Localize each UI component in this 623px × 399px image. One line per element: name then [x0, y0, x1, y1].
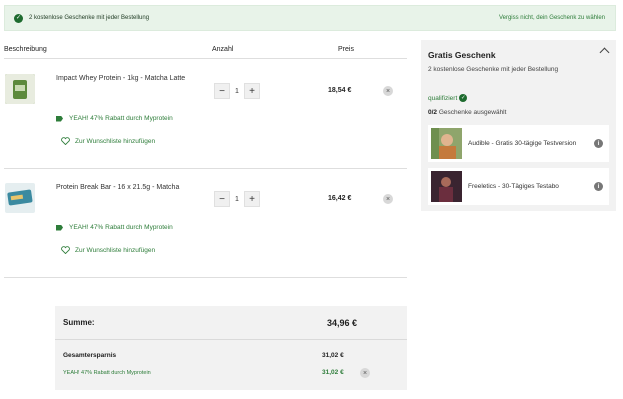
choose-gift-link[interactable]: Vergiss nicht, dein Geschenk zu wählen — [499, 15, 605, 21]
total-value: 34,96 € — [326, 317, 357, 328]
add-to-wishlist-link[interactable]: Zur Wunschliste hinzufügen — [61, 246, 155, 254]
gift-panel-subtitle: 2 kostenlose Geschenke mit jeder Bestell… — [428, 66, 559, 73]
item-divider — [4, 277, 407, 278]
header-divider — [4, 58, 407, 59]
item-divider — [4, 168, 407, 169]
quantity-stepper: − 1 + — [214, 191, 260, 207]
tag-icon — [56, 224, 63, 231]
product-name[interactable]: Impact Whey Protein - 1kg - Matcha Latte — [56, 75, 185, 82]
free-gift-panel: Gratis Geschenk 2 kostenlose Geschenke m… — [421, 40, 616, 211]
column-description: Beschreibung — [4, 46, 47, 53]
promo-label: YEAH! 47% Rabatt durch Myprotein — [56, 115, 173, 122]
tag-icon — [56, 115, 63, 122]
promo-text: YEAH! 47% Rabatt durch Myprotein — [69, 115, 173, 122]
qualified-text: qualifiziert — [428, 94, 458, 102]
remove-promo-button[interactable]: × — [360, 368, 370, 378]
wishlist-text: Zur Wunschliste hinzufügen — [75, 137, 156, 145]
gift-name: Audible - Gratis 30-tägige Testversion — [468, 140, 577, 147]
increase-quantity-button[interactable]: + — [244, 191, 260, 207]
increase-quantity-button[interactable]: + — [244, 83, 260, 99]
savings-label: Gesamtersparnis — [63, 352, 117, 359]
remove-item-button[interactable]: × — [383, 86, 393, 96]
quantity-stepper: − 1 + — [214, 83, 260, 99]
total-label: Summe: — [63, 318, 95, 327]
savings-value: 31,02 € — [322, 352, 344, 359]
promo-text: YEAH! 47% Rabatt durch Myprotein — [69, 224, 173, 231]
gift-option-audible[interactable]: Audible - Gratis 30-tägige Testversion i — [428, 125, 609, 162]
info-icon[interactable]: i — [594, 139, 603, 148]
item-price: 16,42 € — [328, 195, 352, 202]
banner-message: 2 kostenlose Geschenke mit jeder Bestell… — [29, 15, 150, 21]
item-price: 18,54 € — [328, 87, 352, 94]
heart-icon — [61, 137, 70, 145]
wishlist-text: Zur Wunschliste hinzufügen — [75, 246, 156, 254]
quantity-value: 1 — [235, 195, 239, 203]
savings-promo-value: 31,02 € — [322, 369, 344, 376]
product-image-bar[interactable] — [5, 183, 35, 213]
gift-panel-title: Gratis Geschenk — [428, 50, 496, 60]
info-icon[interactable]: i — [594, 182, 603, 191]
gift-name: Freeletics - 30-Tägiges Testabo — [468, 183, 559, 190]
product-image-whey[interactable] — [5, 74, 35, 104]
free-gift-banner: ✓ 2 kostenlose Geschenke mit jeder Beste… — [4, 5, 616, 31]
column-price: Preis — [338, 46, 354, 53]
qualified-status: qualifiziert ✓ — [428, 94, 468, 102]
heart-icon — [61, 246, 70, 254]
add-to-wishlist-link[interactable]: Zur Wunschliste hinzufügen — [61, 137, 155, 145]
order-summary: Summe: 34,96 € Gesamtersparnis 31,02 € Y… — [55, 306, 407, 390]
decrease-quantity-button[interactable]: − — [214, 83, 230, 99]
selected-count: 0/2 — [428, 109, 438, 116]
gift-image — [431, 171, 462, 202]
check-circle-icon: ✓ — [14, 13, 23, 23]
chevron-up-icon[interactable] — [599, 47, 610, 58]
gift-option-freeletics[interactable]: Freeletics - 30-Tägiges Testabo i — [428, 168, 609, 205]
column-quantity: Anzahl — [212, 46, 234, 53]
decrease-quantity-button[interactable]: − — [214, 191, 230, 207]
check-circle-icon: ✓ — [459, 94, 468, 102]
quantity-value: 1 — [235, 87, 239, 95]
remove-item-button[interactable]: × — [383, 194, 393, 204]
savings-promo-label: YEAH! 47% Rabatt durch Myprotein — [63, 370, 151, 376]
gift-image — [431, 128, 462, 159]
product-name[interactable]: Protein Break Bar - 16 x 21.5g - Matcha — [56, 184, 179, 191]
gifts-selected: 0/2 Geschenke ausgewählt — [428, 109, 506, 116]
promo-label: YEAH! 47% Rabatt durch Myprotein — [56, 224, 173, 231]
selected-text: Geschenke ausgewählt — [438, 109, 507, 116]
